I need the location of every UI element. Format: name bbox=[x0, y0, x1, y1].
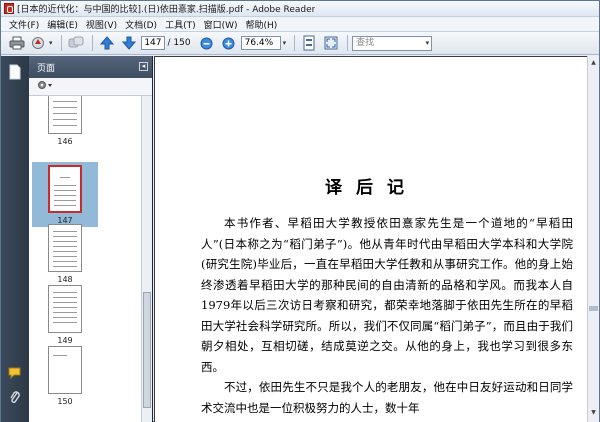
document-view[interactable]: 译后记 本书作者、早稻田大学教授依田憙家先生是一个道地的“早稻田人”(日本称之为… bbox=[154, 56, 587, 422]
create-pdf-icon bbox=[32, 37, 44, 49]
toolbar: ▾ 147 / 150 76.4% ▾ 查找 ▾ bbox=[1, 31, 599, 55]
print-button[interactable] bbox=[7, 34, 27, 52]
thumbnail-label: 149 bbox=[57, 336, 73, 345]
zoom-in-icon bbox=[222, 37, 235, 49]
toolbar-separator bbox=[347, 35, 349, 51]
thumbnail-label: 150 bbox=[57, 397, 73, 406]
comments-button[interactable] bbox=[8, 366, 22, 382]
menu-document[interactable]: 文档(D) bbox=[121, 18, 161, 31]
reader-window: [日本的近代化：与中国的比较].(日)依田憙家.扫描版.pdf - Adobe … bbox=[0, 0, 600, 422]
panel-options-bar bbox=[29, 78, 152, 96]
fit-page-icon bbox=[303, 35, 315, 51]
adobe-reader-icon bbox=[4, 3, 14, 14]
options-button[interactable] bbox=[37, 80, 55, 93]
printer-icon bbox=[9, 36, 25, 50]
window-title: [日本的近代化：与中国的比较].(日)依田憙家.扫描版.pdf - Adobe … bbox=[17, 5, 316, 15]
menu-tools[interactable]: 工具(T) bbox=[161, 18, 200, 31]
thumbnail-label: 146 bbox=[57, 137, 73, 146]
zoom-dropdown-arrow[interactable]: ▾ bbox=[283, 39, 287, 47]
pages-panel: 页面 ◂ 146 147 148 149 150 bbox=[29, 56, 153, 422]
thumbnail-image bbox=[48, 224, 82, 272]
page-number-input[interactable]: 147 bbox=[140, 36, 165, 50]
menu-edit[interactable]: 编辑(E) bbox=[43, 18, 82, 31]
menu-window[interactable]: 窗口(W) bbox=[200, 18, 242, 31]
gear-icon bbox=[38, 81, 52, 89]
document-body: 本书作者、早稻田大学教授依田憙家先生是一个道地的“早稻田人”(日本称之为“稻门弟… bbox=[201, 213, 573, 418]
pages-panel-title: 页面 bbox=[37, 63, 56, 74]
thumbnail-image bbox=[48, 346, 82, 394]
title-bar: [日本的近代化：与中国的比较].(日)依田憙家.扫描版.pdf - Adobe … bbox=[1, 1, 599, 17]
zoom-in-button[interactable] bbox=[219, 34, 239, 52]
scroll-up-arrow[interactable]: ▲ bbox=[589, 58, 598, 68]
search-field[interactable]: 查找 ▾ bbox=[352, 35, 433, 51]
thumbnail-scroll-thumb[interactable] bbox=[143, 292, 151, 408]
full-screen-button[interactable] bbox=[321, 34, 341, 52]
thumbnail-image bbox=[48, 96, 82, 134]
thumbnail-page-selected[interactable]: 147 bbox=[32, 162, 98, 227]
zoom-out-button[interactable] bbox=[197, 34, 217, 52]
attachments-button[interactable] bbox=[8, 390, 22, 406]
next-page-button[interactable] bbox=[119, 34, 139, 52]
previous-page-button[interactable] bbox=[97, 34, 117, 52]
menu-file[interactable]: 文件(F) bbox=[5, 18, 43, 31]
full-screen-icon bbox=[324, 36, 338, 50]
search-dropdown-arrow[interactable]: ▾ bbox=[426, 37, 430, 50]
pages-icon bbox=[9, 64, 21, 80]
thumbnail-page[interactable]: 150 bbox=[35, 346, 95, 406]
toolbar-separator bbox=[294, 35, 296, 51]
search-placeholder: 查找 bbox=[356, 37, 375, 48]
thumbnail-page[interactable]: 148 bbox=[35, 224, 95, 284]
toolbar-separator bbox=[91, 35, 93, 51]
navigation-rail bbox=[1, 56, 29, 422]
menu-view[interactable]: 视图(V) bbox=[82, 18, 121, 31]
thumbnail-label: 148 bbox=[57, 275, 73, 284]
create-pdf-button[interactable] bbox=[29, 34, 49, 52]
document-scroll-thumb[interactable] bbox=[589, 306, 598, 311]
fit-page-button[interactable] bbox=[299, 34, 319, 52]
collaborate-icon bbox=[68, 36, 84, 48]
document-paragraph: 本书作者、早稻田大学教授依田憙家先生是一个道地的“早稻田人”(日本称之为“稻门弟… bbox=[201, 216, 573, 374]
thumbnail-image bbox=[48, 285, 82, 333]
document-scrollbar[interactable]: ▲ ▼ bbox=[587, 56, 599, 422]
thumbnail-list: 146 147 148 149 150 bbox=[29, 96, 141, 422]
thumbnail-scrollbar[interactable] bbox=[141, 96, 152, 422]
document-paragraph: 不过，依田先生不只是我个人的老朋友，他在中日友好运动和日同学术交流中也是一位积极… bbox=[201, 380, 573, 415]
page-total: / 150 bbox=[167, 38, 191, 48]
pages-panel-header: 页面 ◂ bbox=[29, 56, 152, 78]
zoom-level-field[interactable]: 76.4% bbox=[240, 36, 281, 50]
thumbnail-page[interactable]: 149 bbox=[35, 285, 95, 345]
zoom-out-icon bbox=[200, 37, 213, 49]
paperclip-icon bbox=[10, 391, 20, 403]
thumbnail-image bbox=[48, 165, 82, 213]
menu-bar: 文件(F) 编辑(E) 视图(V) 文档(D) 工具(T) 窗口(W) 帮助(H… bbox=[1, 17, 599, 31]
document-heading: 译后记 bbox=[325, 178, 418, 198]
arrow-up-icon bbox=[99, 36, 114, 50]
scroll-down-arrow[interactable]: ▼ bbox=[589, 408, 598, 418]
pages-panel-button[interactable] bbox=[8, 64, 22, 80]
thumbnail-page[interactable]: 146 bbox=[35, 96, 95, 146]
toolbar-separator bbox=[60, 35, 62, 51]
document-page: 译后记 本书作者、早稻田大学教授依田憙家先生是一个道地的“早稻田人”(日本称之为… bbox=[154, 56, 587, 422]
panel-collapse-button[interactable]: ◂ bbox=[139, 62, 148, 71]
create-dropdown-arrow[interactable]: ▾ bbox=[49, 39, 53, 47]
comment-icon bbox=[8, 367, 21, 380]
collaborate-button[interactable] bbox=[66, 34, 86, 52]
menu-help[interactable]: 帮助(H) bbox=[242, 18, 282, 31]
arrow-down-icon bbox=[121, 36, 136, 50]
